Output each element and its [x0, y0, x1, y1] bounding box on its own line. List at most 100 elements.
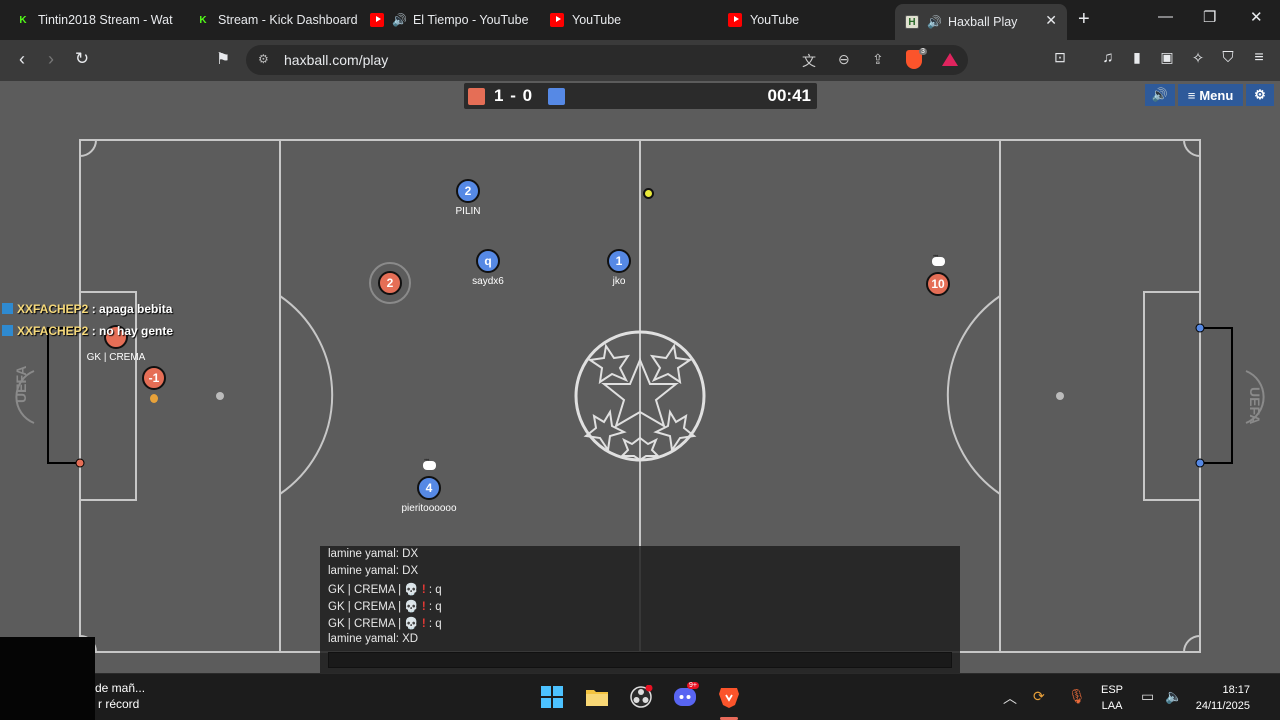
share-icon[interactable]: ⇪	[872, 51, 884, 68]
left-post	[75, 458, 85, 468]
menu-icon: ≡	[1187, 87, 1196, 103]
chat-bubble-icon	[423, 458, 436, 470]
score-red: 1	[494, 86, 505, 105]
kick-icon: K	[19, 14, 27, 26]
chat-message: lamine yamal: DX	[328, 565, 419, 577]
uefa-logo-left: UEFA	[13, 366, 35, 424]
tab-youtube-1[interactable]: YouTube	[540, 4, 720, 36]
skull-icon: 💀	[404, 618, 419, 630]
translate-icon[interactable]: 文	[802, 51, 816, 71]
game-timer: 00:41	[767, 86, 811, 105]
windows-start-icon[interactable]	[540, 685, 564, 709]
chat-text: : no hay gente	[88, 324, 174, 338]
tab-el-tiempo[interactable]: 🔊 El Tiempo - YouTube	[360, 4, 540, 36]
brave-browser-icon[interactable]	[717, 685, 741, 709]
player-name: saydx6	[472, 276, 504, 287]
webcam-thumbnail	[0, 637, 95, 720]
youtube-icon	[550, 13, 564, 27]
right-box	[1143, 291, 1200, 501]
kick-chat-icon	[2, 325, 13, 336]
bookmark-icon[interactable]: ⚑	[212, 49, 234, 69]
tab-search-icon[interactable]: ⊡	[1049, 49, 1071, 66]
scoreboard: 1 - 0 00:41	[464, 83, 817, 109]
chat-message: GK | CREMA | 💀 ! : q	[328, 618, 442, 630]
skull-icon: 💀	[404, 601, 419, 613]
vpn-icon[interactable]: ⛉	[1217, 49, 1239, 66]
player-blue: q	[476, 249, 500, 273]
kick-chat-icon	[2, 303, 13, 314]
address-bar[interactable]: ⚙ haxball.com/play 文 ⊖ ⇪	[246, 45, 968, 75]
close-tab-icon[interactable]: ✕	[1045, 12, 1057, 29]
leo-ai-icon[interactable]: ✧	[1187, 49, 1209, 67]
tab-strip: K Tintin2018 Stream - Wat K Stream - Kic…	[0, 0, 1280, 40]
restore-button[interactable]: ❐	[1203, 8, 1216, 26]
back-button[interactable]: ‹	[11, 49, 33, 70]
youtube-icon	[370, 13, 384, 27]
settings-button[interactable]: ⚙	[1246, 84, 1274, 106]
haxball-game[interactable]: UEFA UEFA 1 - 0 00:41 🔊 ≡ Menu ⚙ 2 PILIN…	[0, 81, 1280, 673]
sound-toggle-button[interactable]: 🔊	[1145, 84, 1175, 106]
zoom-icon[interactable]: ⊖	[838, 51, 850, 68]
score-separator: -	[510, 86, 517, 105]
browser-toolbar: ‹ › ↻ ⚑ ⚙ haxball.com/play 文 ⊖ ⇪ 3 ⊡ ♫ ▮…	[0, 40, 1280, 81]
tab-haxball-play[interactable]: H 🔊 Haxball Play ✕	[895, 4, 1067, 40]
browser-menu-icon[interactable]: ≡	[1248, 49, 1270, 67]
chat-bubble-icon	[932, 254, 945, 266]
chat-text: : apaga bebita	[88, 302, 173, 316]
file-explorer-icon[interactable]	[585, 685, 609, 709]
overlay-chat-line: XXFACHEP2 : no hay gente	[2, 324, 173, 338]
score-blue: 0	[522, 86, 534, 105]
speaker-icon[interactable]: 🔊	[927, 15, 942, 29]
show-hidden-icons-button[interactable]: ︿	[1003, 688, 1017, 708]
player-name: PILIN	[455, 206, 481, 217]
player-name: pieritoooooo	[401, 503, 457, 514]
discord-badge: 9+	[687, 682, 699, 689]
reload-button[interactable]: ↻	[71, 49, 93, 69]
lang-line1: ESP	[1101, 684, 1124, 696]
tab-tintin-stream[interactable]: K Tintin2018 Stream - Wat	[6, 4, 186, 36]
speaker-icon[interactable]: 🔊	[392, 13, 407, 27]
corner-br	[1183, 635, 1201, 653]
blue-team-square	[548, 88, 565, 105]
clock-time: 18:17	[1222, 684, 1250, 696]
svg-text:UEFA: UEFA	[1247, 387, 1263, 424]
network-icon[interactable]: ▭	[1141, 688, 1154, 705]
minimize-button[interactable]: —	[1158, 8, 1173, 25]
left-spot	[216, 392, 224, 400]
brave-rewards-icon[interactable]	[942, 53, 958, 66]
site-info-icon[interactable]: ⚙	[258, 52, 269, 66]
player-blue: 4	[417, 476, 441, 500]
chat-message: GK | CREMA | 💀 ! : q	[328, 601, 442, 613]
skull-icon: 💀	[404, 584, 419, 596]
player-blue: 2	[456, 179, 480, 203]
tab-title: Stream - Kick Dashboard	[218, 13, 358, 27]
chat-input[interactable]	[328, 652, 952, 668]
new-tab-button[interactable]: +	[1078, 8, 1090, 31]
uefa-logo-right: UEFA	[1245, 370, 1265, 424]
volume-icon[interactable]: 🔈	[1165, 688, 1182, 705]
menu-button[interactable]: ≡ Menu	[1178, 84, 1243, 106]
obs-icon[interactable]	[629, 685, 653, 709]
sidebar-icon[interactable]: ▮	[1126, 49, 1148, 66]
left-arc	[279, 295, 334, 495]
right-post-top	[1195, 323, 1205, 333]
language-indicator[interactable]: ESP LAA	[1101, 682, 1123, 714]
wallet-icon[interactable]: ▣	[1156, 49, 1178, 66]
svg-text:UEFA: UEFA	[13, 366, 29, 403]
media-icon[interactable]: ♫	[1097, 49, 1119, 66]
tab-kick-dashboard[interactable]: K Stream - Kick Dashboard	[186, 4, 366, 36]
forward-button[interactable]: ›	[40, 49, 62, 70]
tab-youtube-2[interactable]: YouTube	[718, 4, 894, 36]
youtube-icon	[728, 13, 742, 27]
close-window-button[interactable]: ✕	[1250, 8, 1263, 26]
clock-date: 24/11/2025	[1195, 700, 1250, 712]
widget-line1[interactable]: de mañ...	[95, 681, 145, 695]
screen: K Tintin2018 Stream - Wat K Stream - Kic…	[0, 0, 1280, 720]
microphone-icon[interactable]: 🎙	[1068, 688, 1086, 705]
right-post-bottom	[1195, 458, 1205, 468]
sync-icon[interactable]: ⟳	[1033, 688, 1045, 705]
widget-line2[interactable]: r récord	[98, 697, 139, 711]
system-clock[interactable]: 18:17 24/11/2025	[1196, 682, 1250, 714]
overlay-chat-line: XXFACHEP2 : apaga bebita	[2, 302, 172, 316]
tab-title: YouTube	[750, 13, 800, 27]
